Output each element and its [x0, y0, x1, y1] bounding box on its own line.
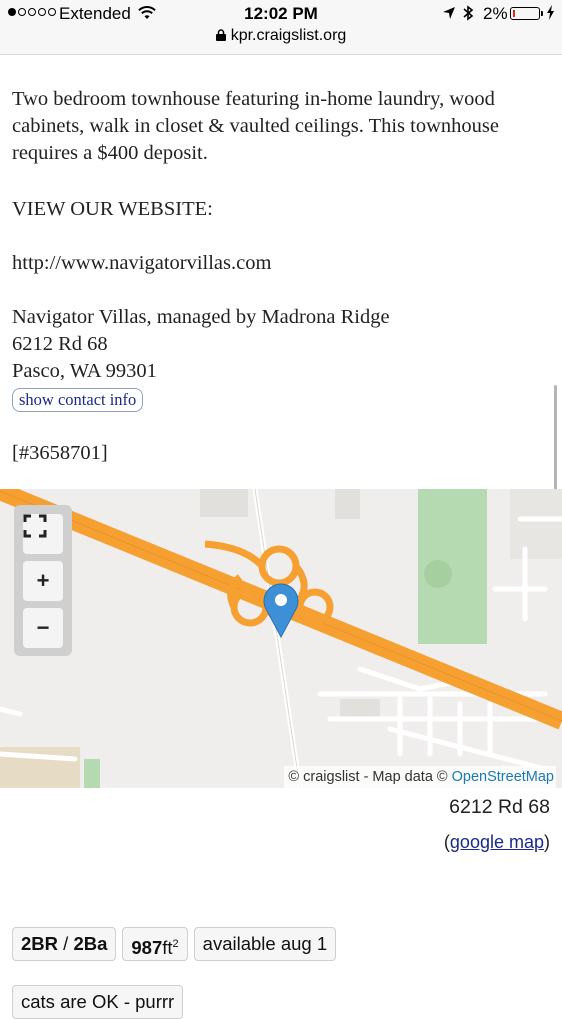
pets-tag: cats are OK - purrr	[12, 985, 184, 1019]
fullscreen-button[interactable]	[23, 514, 63, 554]
address-line-1: Navigator Villas, managed by Madrona Rid…	[12, 306, 390, 328]
paren-close: )	[544, 832, 550, 852]
lock-icon	[215, 28, 226, 46]
bedrooms-bathrooms-tag: 2BR / 2Ba	[12, 927, 117, 961]
google-map-link[interactable]: google map	[450, 832, 544, 852]
listing-id: [#3658701]	[12, 442, 108, 464]
bedrooms: 2BR	[21, 933, 59, 954]
website-url: http://www.navigatorvillas.com	[12, 252, 272, 274]
address-line-3: Pasco, WA 99301	[12, 360, 157, 382]
bathrooms: 2Ba	[73, 933, 108, 954]
map-attribution: © craigslist - Map data © OpenStreetMap	[284, 766, 556, 788]
area-value: 987	[131, 937, 163, 959]
location-arrow-icon	[442, 6, 456, 25]
area-tag: 987ft2	[122, 927, 188, 961]
bluetooth-icon	[462, 5, 474, 26]
url-text: kpr.craigslist.org	[230, 27, 347, 44]
address-bar[interactable]: kpr.craigslist.org	[0, 27, 562, 46]
fullscreen-icon	[23, 514, 47, 538]
address-line-2: 6212 Rd 68	[12, 333, 108, 355]
status-bar: Extended 12:02 PM 2% kpr.craigslist.org	[0, 0, 562, 55]
google-map-line: (google map)	[444, 832, 550, 853]
availability-tag: available aug 1	[193, 927, 337, 961]
separator: /	[58, 933, 74, 954]
map-controls: + −	[14, 505, 72, 656]
attribution-text: © craigslist - Map data ©	[288, 769, 452, 785]
attribute-tags: 2BR / 2Ba 987ft2 available aug 1	[12, 927, 337, 961]
view-website-heading: VIEW OUR WEBSITE:	[12, 198, 213, 220]
location-pin-icon	[263, 583, 299, 639]
map[interactable]: + − © craigslist - Map data © OpenStreet…	[0, 489, 562, 788]
map-tiles	[0, 489, 562, 788]
clock: 12:02 PM	[244, 4, 318, 23]
battery-icon	[510, 7, 543, 20]
charging-bolt-icon	[546, 5, 555, 25]
show-contact-info-button[interactable]: show contact info	[12, 388, 144, 412]
openstreetmap-link[interactable]: OpenStreetMap	[452, 769, 554, 785]
zoom-in-button[interactable]: +	[23, 561, 63, 601]
area-unit: ft	[162, 937, 173, 959]
listing-description: Two bedroom townhouse featuring in-home …	[12, 88, 499, 164]
map-address: 6212 Rd 68	[449, 796, 550, 818]
area-exponent: 2	[172, 938, 179, 950]
zoom-out-button[interactable]: −	[23, 608, 63, 648]
battery-percent: 2%	[483, 4, 508, 23]
